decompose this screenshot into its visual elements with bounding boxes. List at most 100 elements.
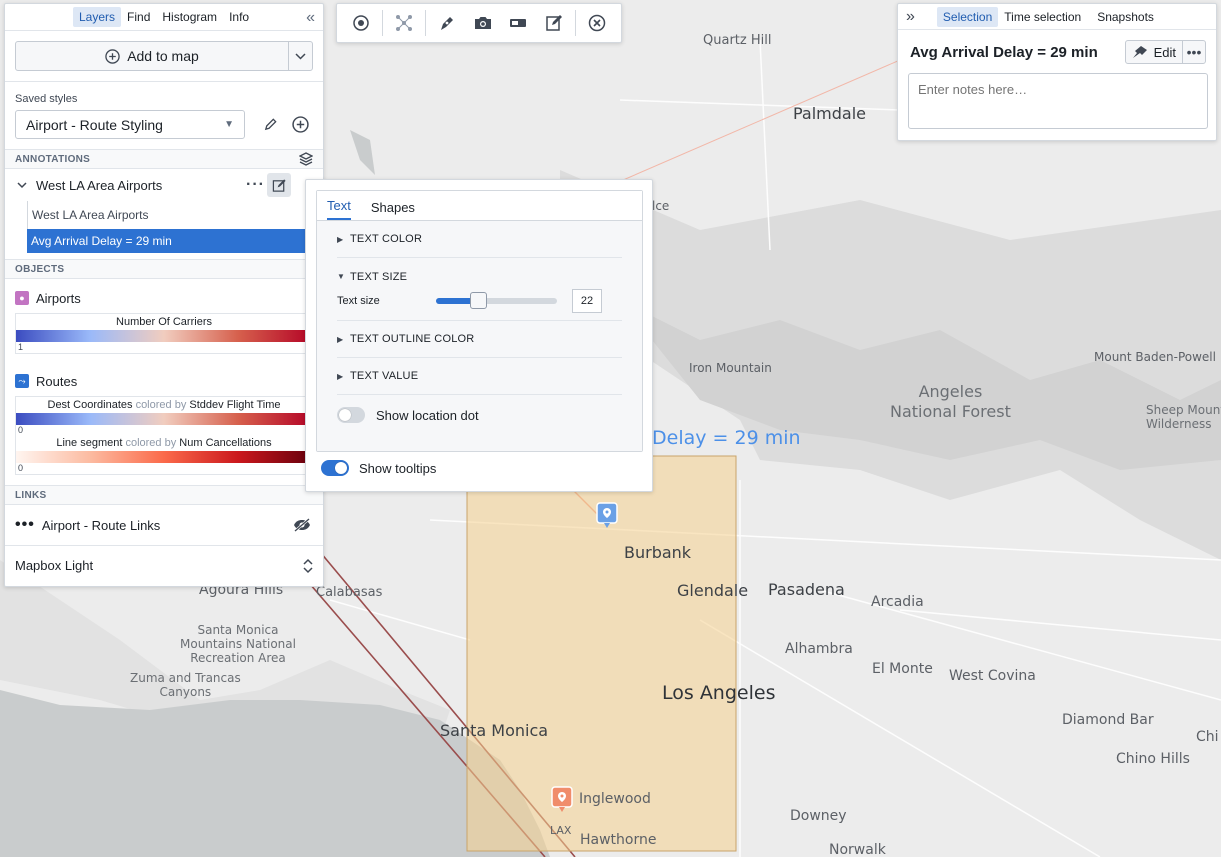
place-hawthorne: Hawthorne [580, 832, 657, 848]
more-options-icon[interactable]: ··· [246, 176, 265, 194]
layer-airports[interactable]: ● Airports [5, 283, 323, 313]
add-to-map-button-group: Add to map [15, 41, 313, 71]
selection-title: Avg Arrival Delay = 29 min [910, 43, 1098, 61]
tab-selection[interactable]: Selection [936, 6, 999, 27]
pen-icon [440, 17, 453, 30]
tab-info[interactable]: Info [223, 7, 255, 27]
place-sheep-mountain: Sheep Mounta Wilderness [1146, 403, 1221, 431]
add-circle-icon [291, 116, 309, 133]
basemap-label: Mapbox Light [15, 558, 94, 573]
annotation-item[interactable]: West LA Area Airports [27, 201, 323, 229]
caret-down-icon: ▼ [337, 272, 346, 281]
tab-layers[interactable]: Layers [73, 7, 122, 27]
caret-right-icon: ▶ [337, 334, 344, 344]
place-iron-mountain: Iron Mountain [689, 361, 772, 375]
tab-find[interactable]: Find [121, 7, 156, 27]
layers-icon[interactable] [299, 152, 313, 166]
edit-annotation-button[interactable] [267, 173, 291, 197]
show-location-dot-toggle[interactable] [337, 407, 365, 423]
place-mount-baden-powell: Mount Baden-Powell [1094, 350, 1216, 364]
routes-legend2-title: Line segment colored by Num Cancellation… [56, 437, 272, 449]
link-dots-icon: ••• [15, 516, 35, 533]
text-size-input[interactable]: 22 [572, 288, 602, 313]
tab-time-selection[interactable]: Time selection [998, 7, 1087, 27]
add-to-map-dropdown[interactable] [288, 42, 312, 70]
edit-button-group: Edit ••• [1124, 40, 1206, 64]
place-chi: Chi [1196, 729, 1219, 745]
airports-legend-bar [16, 330, 312, 342]
place-pasadena: Pasadena [768, 580, 845, 599]
airport-pin-lax[interactable] [551, 786, 573, 812]
show-tooltips-row: Show tooltips [321, 460, 436, 476]
clear-button[interactable] [579, 8, 615, 38]
text-size-slider-handle[interactable] [470, 291, 488, 309]
place-lax: LAX [550, 824, 572, 837]
layer-routes[interactable]: ⤳ Routes [5, 366, 323, 396]
routes-legend1-min: 0 [18, 425, 24, 435]
add-to-map-button[interactable]: Add to map [16, 48, 288, 64]
basemap-select[interactable]: Mapbox Light [5, 545, 323, 585]
more-options-icon[interactable]: ••• [1183, 41, 1205, 63]
show-location-dot-row: Show location dot [337, 395, 622, 435]
screenshot-button[interactable] [465, 8, 501, 38]
show-tooltips-toggle[interactable] [321, 460, 349, 476]
pencil-icon [264, 118, 277, 131]
map-annotation-label[interactable]: Delay = 29 min [652, 427, 801, 449]
layer-routes-label: Routes [36, 373, 78, 389]
airport-pin-burbank[interactable] [596, 502, 618, 528]
expand-panel-icon[interactable]: » [906, 8, 915, 26]
show-location-dot-label: Show location dot [376, 407, 479, 423]
text-value-label: TEXT VALUE [350, 370, 419, 382]
link-airport-route[interactable]: ••• Airport - Route Links [5, 505, 323, 545]
edit-icon [272, 178, 286, 192]
tab-snapshots[interactable]: Snapshots [1091, 7, 1160, 27]
add-style-button[interactable] [290, 115, 310, 135]
text-color-label: TEXT COLOR [350, 233, 423, 245]
routes-legend2-bar [16, 451, 312, 463]
layer-airports-label: Airports [36, 290, 81, 306]
tab-text[interactable]: Text [327, 198, 351, 220]
measure-button[interactable] [500, 8, 536, 38]
notes-input[interactable] [908, 73, 1208, 129]
saved-style-select[interactable]: Airport - Route Styling ▼ [15, 110, 245, 139]
tab-shapes[interactable]: Shapes [371, 200, 415, 220]
text-outline-color-section[interactable]: ▶ TEXT OUTLINE COLOR [337, 321, 622, 358]
annotation-item-selected[interactable]: Avg Arrival Delay = 29 min [27, 229, 307, 253]
text-value-section[interactable]: ▶ TEXT VALUE [337, 358, 622, 395]
selection-panel: » Selection Time selection Snapshots Avg… [897, 3, 1217, 141]
edit-style-button[interactable] [260, 115, 280, 135]
caret-right-icon: ▶ [337, 234, 344, 244]
airports-legend-min: 1 [18, 342, 24, 352]
add-circle-icon [105, 48, 120, 64]
draw-button[interactable] [429, 8, 465, 38]
place-calabasas: Calabasas [316, 585, 383, 600]
place-west-covina: West Covina [949, 668, 1036, 684]
text-color-section[interactable]: ▶ TEXT COLOR [337, 221, 622, 258]
text-size-slider[interactable] [436, 291, 557, 309]
caret-right-icon: ▶ [337, 371, 344, 381]
annotate-button[interactable] [536, 8, 572, 38]
place-quartz-hill: Quartz Hill [703, 33, 772, 48]
routes-legend2-min: 0 [18, 463, 24, 473]
graph-button[interactable] [386, 8, 422, 38]
collapse-panel-icon[interactable]: « [306, 9, 315, 27]
place-downey: Downey [790, 808, 847, 824]
routes-icon: ⤳ [15, 374, 29, 388]
tab-histogram[interactable]: Histogram [156, 7, 223, 27]
place-zuma-trancas: Zuma and Trancas Canyons [130, 671, 241, 699]
annotation-group-row[interactable]: West LA Area Airports ··· [5, 169, 323, 201]
airports-legend-title: Number Of Carriers [116, 316, 212, 328]
selection-panel-tabs: » Selection Time selection Snapshots [898, 4, 1216, 30]
annotations-header-label: ANNOTATIONS [15, 153, 91, 165]
place-alhambra: Alhambra [785, 641, 853, 657]
eye-hidden-icon[interactable] [293, 518, 311, 532]
target-button[interactable] [343, 8, 379, 38]
edit-button[interactable]: Edit [1126, 41, 1183, 63]
objects-header: OBJECTS [5, 259, 323, 279]
routes-legend: Dest Coordinates colored by Stddev Fligh… [15, 396, 313, 475]
objects-header-label: OBJECTS [15, 263, 65, 275]
clear-icon [588, 14, 606, 32]
routes-legend1-bar [16, 413, 312, 425]
pin-edit-icon [1132, 46, 1147, 58]
chevron-down-icon[interactable] [17, 181, 27, 189]
